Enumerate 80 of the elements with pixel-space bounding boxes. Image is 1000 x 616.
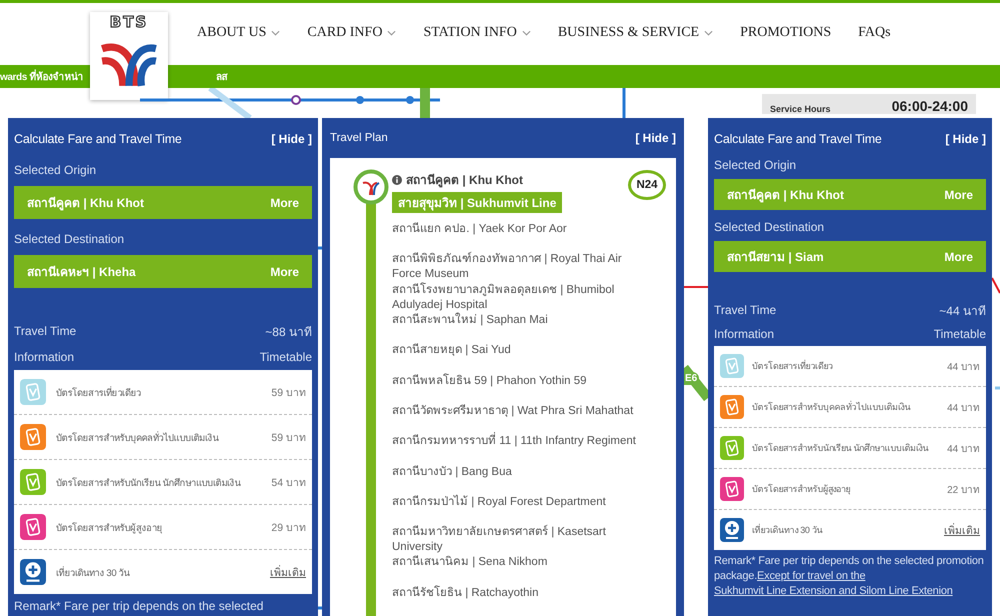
station-name: สถานีวัดพระศรีมหาธาตุ | Wat Phra Sri Mahathat	[392, 404, 634, 419]
panel-title: Calculate Fare and Travel Time	[14, 132, 182, 146]
destination-label: Selected Destination	[714, 219, 826, 236]
more-info-link[interactable]: เพิ่มเติม	[270, 564, 306, 580]
fare-price: 22 บาท	[947, 484, 980, 496]
fare-price: 59 บาท	[271, 386, 306, 400]
information-label: Information	[714, 327, 774, 341]
station-code-badge: E6	[683, 372, 700, 385]
destination-label: Selected Destination	[14, 231, 126, 248]
more-info-link[interactable]: เพิ่มเติม	[944, 522, 980, 538]
chevron-down-icon	[387, 30, 396, 36]
station-logo-icon	[353, 169, 389, 206]
chevron-down-icon	[271, 30, 280, 36]
banner-text: wards ที่ห้องจำหน่า	[0, 69, 84, 84]
service-hours-label: Service Hours	[770, 104, 831, 114]
travel-time-label: Travel Time	[14, 324, 76, 338]
station-name: สถานีรัชโยธิน | Ratchayothin	[392, 586, 540, 601]
station-code-badge: N24	[628, 170, 666, 200]
nav-link[interactable]: CARD INFO	[307, 24, 396, 40]
timetable-link[interactable]: Timetable	[934, 327, 986, 341]
fare-name: บัตรโดยสารสำหรับนักเรียน นักศึกษาแบบเติมเงิน	[56, 476, 242, 490]
fare-name: บัตรโดยสารสำหรับผู้สูงอายุ	[56, 521, 164, 534]
nav-link[interactable]: ABOUT US	[197, 24, 280, 40]
panel-title: Calculate Fare and Travel Time	[714, 132, 882, 146]
station-name: สถานีสะพานใหม่ | Saphan Mai	[392, 313, 549, 328]
bts-logo[interactable]: BTS	[90, 12, 168, 100]
chevron-down-icon	[522, 30, 531, 36]
remark-link[interactable]: Sukhumvit Line Extension and Silom Line Extenion	[714, 585, 953, 597]
nav-link[interactable]: FAQs	[858, 24, 891, 40]
fare-price: 54 บาท	[271, 476, 306, 490]
remark-text: Remark* Fare per trip depends on the selected promotion package.Except for travel on the Sukhumvit Line Extension and Silom Line Extenion	[714, 554, 985, 599]
info-icon	[392, 174, 402, 185]
fare-name: เที่ยวเดินทาง 30 วัน	[56, 565, 131, 580]
station-name: สถานีบางบัว | Bang Bua	[392, 464, 513, 480]
station-name: สถานีกรมทหารราบที่ 11 | 11th Infantry Regiment	[392, 434, 654, 450]
service-hours-time: 06:00-24:00	[892, 98, 968, 114]
banner-text: ลส	[216, 71, 228, 84]
station-name: สถานีเคหะฯ | Kheha	[27, 264, 136, 281]
fare-name: บัตรโดยสารสำหรับบุคคลทั่วไปแบบเติมเงิน	[56, 430, 220, 444]
fare-price: 59 บาท	[271, 430, 306, 446]
fare-price: 44 บาท	[947, 360, 980, 374]
station-name: สถานีมหาวิทยาลัยเกษตรศาสตร์ | Kasetsart University	[392, 525, 607, 555]
nav-link[interactable]: BUSINESS & SERVICE	[558, 24, 714, 40]
nav-link[interactable]: STATION INFO	[423, 24, 531, 40]
hide-link[interactable]: [ Hide ]	[635, 131, 676, 146]
fare-name: บัตรโดยสารสำหรับนักเรียน นักศึกษาแบบเติมเงิน	[752, 442, 930, 455]
fare-name: บัตรโดยสารสำหรับผู้สูงอายุ	[752, 482, 852, 496]
fare-name: เที่ยวเดินทาง 30 วัน	[752, 523, 824, 537]
nav-link[interactable]: PROMOTIONS	[740, 24, 832, 40]
panel-title: Travel Plan	[330, 132, 388, 144]
station-name: สถานีกรมป่าไม้ | Royal Forest Department	[392, 494, 607, 510]
origin-station-name: สถานีคูคต | Khu Khot	[406, 172, 524, 190]
fare-name: บัตรโดยสารเที่ยวเดียว	[752, 359, 834, 373]
station-name: สถานีคูคต | Khu Khot	[727, 187, 844, 204]
station-name: สถานีพิพิธภัณฑ์กองทัพอากาศ | Royal Thai Air Force Museum	[392, 252, 623, 282]
fare-name: บัตรโดยสารสำหรับบุคคลทั่วไปแบบเติมเงิน	[752, 400, 912, 414]
hide-link[interactable]: [ Hide ]	[945, 132, 986, 146]
chevron-down-icon	[704, 30, 714, 36]
travel-time-label: Travel Time	[714, 303, 776, 317]
station-name: สถานีสยาม | Siam	[727, 249, 824, 266]
fare-name: บัตรโดยสารเที่ยวเดียว	[56, 385, 142, 400]
travel-time-value: ~44 นาที	[939, 302, 986, 320]
line-badge: สายสุขุมวิท | Sukhumvit Line	[392, 192, 562, 214]
station-name: สถานีสายหยุด | Sai Yud	[392, 343, 512, 358]
station-name: สถานีพหลโยธิน 59 | Phahon Yothin 59	[392, 374, 588, 389]
origin-label: Selected Origin	[14, 162, 98, 179]
station-name: สถานีคูคต | Khu Khot	[27, 195, 144, 212]
remark-link[interactable]: Except for travel on the	[757, 570, 866, 582]
origin-label: Selected Origin	[714, 157, 798, 174]
travel-time-value: ~88 นาที	[265, 324, 312, 340]
station-name: สถานีแยก คปอ. | Yaek Kor Por Aor	[392, 222, 568, 238]
fare-price: 44 บาท	[947, 442, 980, 456]
fare-price: 29 บาท	[271, 520, 306, 536]
station-name: สถานีโรงพยาบาลภูมิพลอดุลยเดช | Bhumibol Adulyadej Hospital	[392, 282, 616, 312]
remark-text: Remark* Fare per trip depends on the selected	[14, 598, 264, 614]
timetable-link[interactable]: Timetable	[260, 350, 312, 364]
fare-price: 44 บาท	[947, 402, 980, 414]
hide-link[interactable]: [ Hide ]	[271, 132, 312, 146]
information-label: Information	[14, 350, 74, 364]
station-name: สถานีเสนานิคม | Sena Nikhom	[392, 555, 548, 570]
